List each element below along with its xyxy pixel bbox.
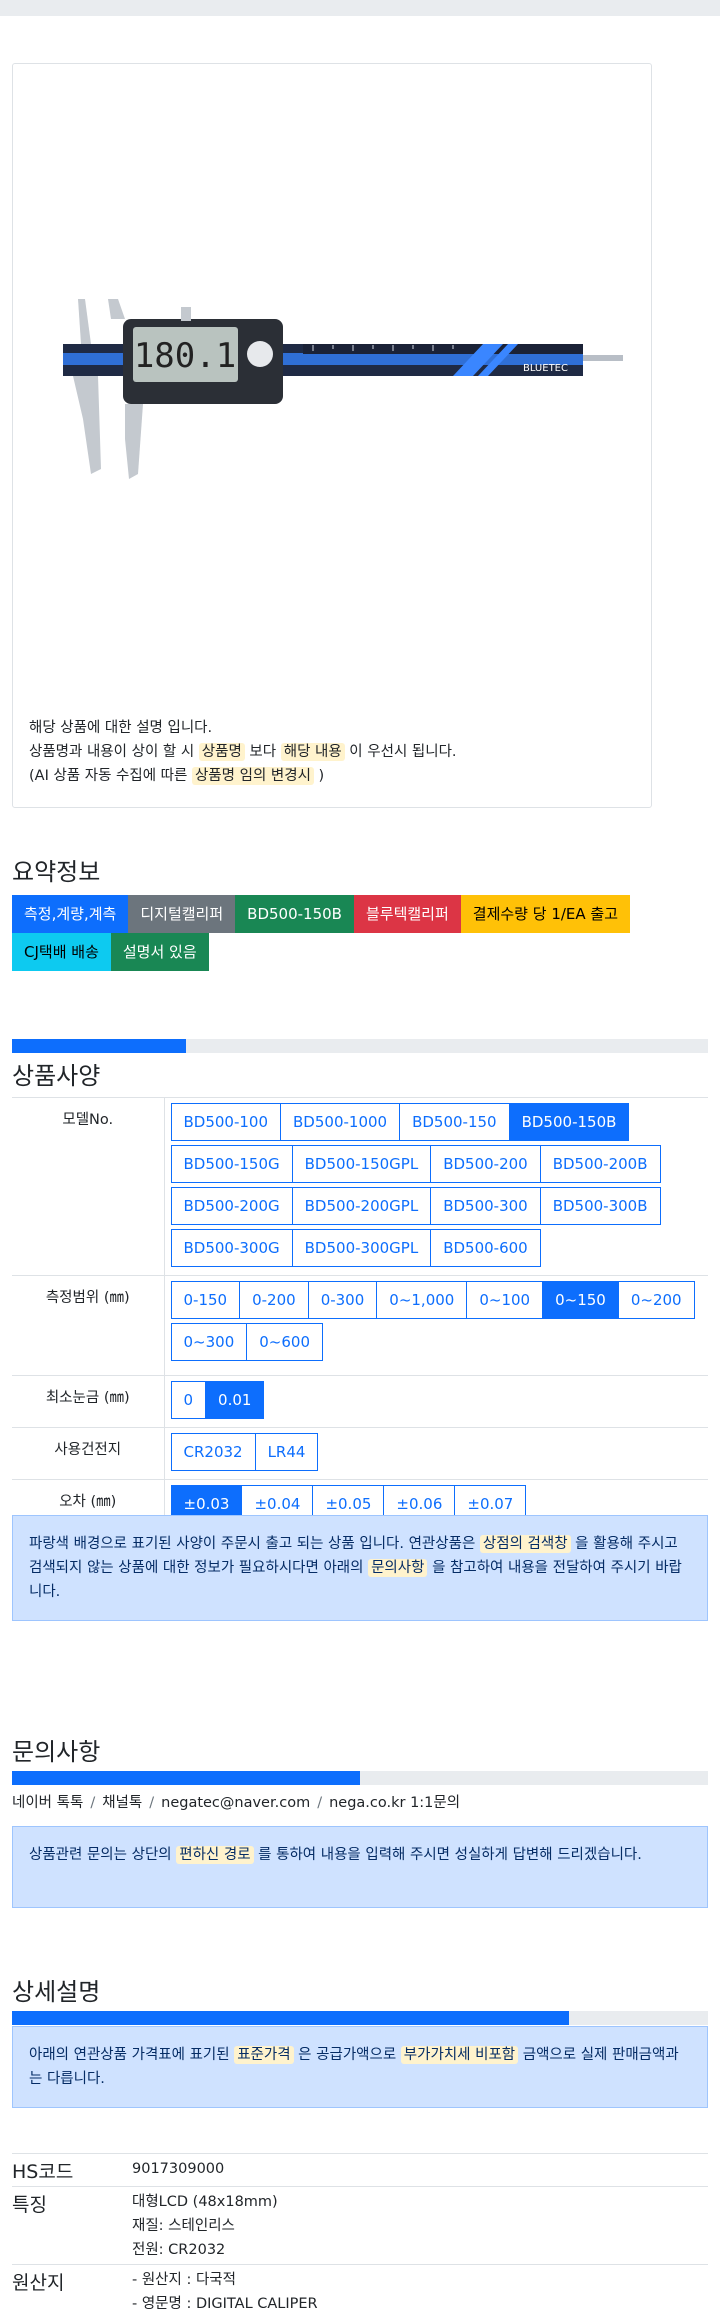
summary-title: 요약정보 (12, 852, 100, 887)
spec-option-button[interactable]: BD500-100 (171, 1103, 282, 1141)
info-value-line: 전원: CR2032 (132, 2238, 708, 2262)
spec-option-button[interactable]: BD500-300 (430, 1187, 541, 1225)
contact-link[interactable]: negatec@naver.com (161, 1795, 310, 1811)
spec-label: 모델No. (12, 1098, 164, 1276)
spec-option-button[interactable]: BD500-1000 (280, 1103, 400, 1141)
spec-option-button[interactable]: BD500-150G (171, 1145, 293, 1183)
spec-option-button[interactable]: 0~300 (171, 1323, 248, 1361)
product-notice: 해당 상품에 대한 설명 입니다. 상품명과 내용이 상이 할 시 상품명 보다… (29, 716, 457, 788)
spec-option-button[interactable]: BD500-200 (430, 1145, 541, 1183)
spec-label: 사용건전지 (12, 1428, 164, 1480)
spec-label: 측정범위 (㎜) (12, 1276, 164, 1376)
info-value-line: 대형LCD (48x18mm) (132, 2190, 708, 2214)
spec-option-button[interactable]: BD500-300G (171, 1229, 293, 1267)
info-value: - 원산지 : 다국적- 영문명 : DIGITAL CALIPER (132, 2265, 708, 2318)
info-row: 원산지- 원산지 : 다국적- 영문명 : DIGITAL CALIPER (12, 2265, 708, 2318)
summary-badge: 디지털캘리퍼 (128, 895, 235, 933)
summary-badge: 측정,계량,계측 (12, 895, 128, 933)
spec-option-button[interactable]: 0~600 (246, 1323, 323, 1361)
product-image-card: 180.1 BLUETEC 해당 상품에 대한 설명 입니다. 상품명과 내용이… (12, 63, 652, 808)
spec-option-button[interactable]: 0~200 (618, 1281, 695, 1319)
info-key: HS코드 (12, 2154, 132, 2187)
spec-option-button[interactable]: BD500-200GPL (292, 1187, 432, 1225)
spec-option-button[interactable]: 0~1,000 (376, 1281, 467, 1319)
inquiry-title: 문의사항 (12, 1732, 100, 1767)
spec-option-button[interactable]: BD500-600 (430, 1229, 541, 1267)
spec-table: 모델No.BD500-100BD500-1000BD500-150BD500-1… (12, 1097, 708, 1532)
spec-option-button[interactable]: 0~150 (542, 1281, 619, 1319)
brand-label: BLUETEC (523, 363, 568, 374)
summary-badge: CJ택배 배송 (12, 933, 111, 971)
info-value-line: 재질: 스테인리스 (132, 2214, 708, 2238)
detail-alert: 아래의 연관상품 가격표에 표기된 표준가격 은 공급가액으로 부가가치세 비포… (12, 2026, 708, 2108)
info-value-line: - 원산지 : 다국적 (132, 2268, 708, 2292)
caliper-image: 180.1 BLUETEC (63, 299, 623, 539)
info-value: 9017309000 (132, 2154, 708, 2187)
summary-badge: 결제수량 당 1/EA 출고 (461, 895, 630, 933)
spec-option-button[interactable]: BD500-150GPL (292, 1145, 432, 1183)
info-row: 특징대형LCD (48x18mm)재질: 스테인리스전원: CR2032 (12, 2187, 708, 2265)
spec-row: 모델No.BD500-100BD500-1000BD500-150BD500-1… (12, 1098, 708, 1276)
spec-option-button[interactable]: 0-200 (239, 1281, 309, 1319)
lcd-display: 180.1 (134, 336, 236, 376)
spec-title: 상품사양 (12, 1056, 100, 1091)
top-bar (0, 0, 720, 16)
info-value-line: - 영문명 : DIGITAL CALIPER (132, 2292, 708, 2316)
spec-option-button[interactable]: 0~100 (466, 1281, 543, 1319)
contact-link[interactable]: 네이버 톡톡 (12, 1795, 83, 1811)
spec-option-button[interactable]: BD500-200G (171, 1187, 293, 1225)
spec-row: 사용건전지CR2032LR44 (12, 1428, 708, 1480)
notice-line-3: (AI 상품 자동 수집에 따른 상품명 임의 변경시 ) (29, 764, 457, 788)
product-info-table: HS코드9017309000특징대형LCD (48x18mm)재질: 스테인리스… (12, 2153, 708, 2318)
spec-option-button[interactable]: CR2032 (171, 1433, 256, 1471)
summary-badges: 측정,계량,계측디지털캘리퍼BD500-150B블루텍캘리퍼결제수량 당 1/E… (12, 895, 708, 971)
inquiry-alert: 상품관련 문의는 상단의 편하신 경로 를 통하여 내용을 입력해 주시면 성실… (12, 1826, 708, 1908)
breadcrumb-separator: / (310, 1795, 329, 1811)
spec-option-button[interactable]: 0-150 (171, 1281, 241, 1319)
spec-option-button[interactable]: BD500-300B (540, 1187, 661, 1225)
spec-option-button[interactable]: 0 (171, 1381, 207, 1419)
summary-badge: 블루텍캘리퍼 (354, 895, 461, 933)
spec-option-button[interactable]: LR44 (255, 1433, 319, 1471)
info-row: HS코드9017309000 (12, 2154, 708, 2187)
notice-line-1: 해당 상품에 대한 설명 입니다. (29, 716, 457, 740)
spec-option-button[interactable]: BD500-300GPL (292, 1229, 432, 1267)
spec-option-button[interactable]: 0.01 (205, 1381, 264, 1419)
breadcrumb-separator: / (83, 1795, 102, 1811)
spec-row: 최소눈금 (㎜)00.01 (12, 1376, 708, 1428)
contact-breadcrumb: 네이버 톡톡/채널톡/negatec@naver.com/nega.co.kr … (12, 1791, 460, 1812)
detail-title: 상세설명 (12, 1972, 100, 2007)
breadcrumb-separator: / (142, 1795, 161, 1811)
spec-option-button[interactable]: BD500-150 (399, 1103, 510, 1141)
spec-option-button[interactable]: 0-300 (308, 1281, 378, 1319)
info-key: 원산지 (12, 2265, 132, 2318)
spec-option-button[interactable]: BD500-200B (540, 1145, 661, 1183)
contact-link[interactable]: nega.co.kr 1:1문의 (329, 1795, 460, 1811)
spec-alert: 파랑색 배경으로 표기된 사양이 주문시 출고 되는 상품 입니다. 연관상품은… (12, 1515, 708, 1621)
info-value: 대형LCD (48x18mm)재질: 스테인리스전원: CR2032 (132, 2187, 708, 2265)
spec-label: 최소눈금 (㎜) (12, 1376, 164, 1428)
spec-option-button[interactable]: BD500-150B (509, 1103, 630, 1141)
info-key: 특징 (12, 2187, 132, 2265)
inquiry-progress-bar (12, 1771, 708, 1785)
notice-line-2: 상품명과 내용이 상이 할 시 상품명 보다 해당 내용 이 우선시 됩니다. (29, 740, 457, 764)
summary-badge: 설명서 있음 (111, 933, 209, 971)
summary-badge: BD500-150B (235, 895, 354, 933)
spec-row: 측정범위 (㎜)0-1500-2000-3000~1,0000~1000~150… (12, 1276, 708, 1376)
info-value-line: 9017309000 (132, 2157, 708, 2181)
spec-progress-bar (12, 1039, 708, 1053)
detail-progress-bar (12, 2011, 708, 2025)
contact-link[interactable]: 채널톡 (102, 1795, 142, 1811)
